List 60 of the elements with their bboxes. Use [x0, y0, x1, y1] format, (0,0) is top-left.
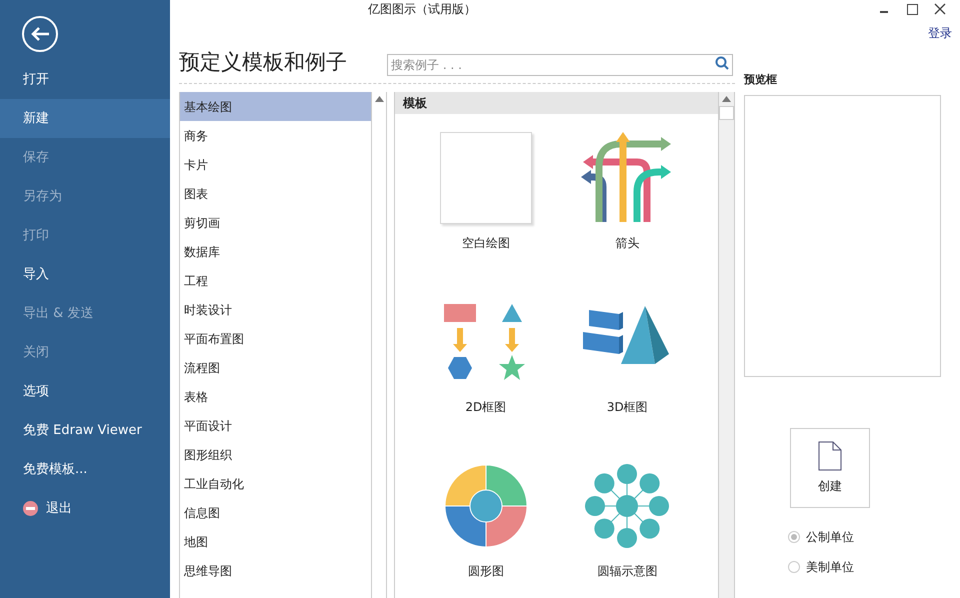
scrollbar[interactable] — [718, 92, 735, 598]
sidebar-item[interactable]: 选项 — [0, 372, 170, 411]
back-button[interactable] — [22, 16, 58, 52]
close-icon — [934, 3, 946, 15]
template-tile[interactable]: 空白绘图 — [415, 128, 556, 292]
category-item[interactable]: 时装设计 — [180, 295, 371, 324]
search-field[interactable]: 搜索例子 . . . — [387, 54, 733, 76]
template-tile[interactable]: 圆辐示意图 — [556, 456, 698, 598]
maximize-button[interactable] — [907, 4, 918, 14]
template-label: 圆形图 — [468, 563, 504, 580]
category-item[interactable]: 图形组织 — [180, 440, 371, 469]
stop-icon — [23, 501, 38, 516]
create-button[interactable]: 创建 — [790, 428, 870, 508]
category-item[interactable]: 基本绘图 — [180, 92, 371, 121]
close-button[interactable] — [934, 2, 948, 16]
window-title: 亿图图示（试用版） — [368, 1, 476, 18]
template-tile[interactable]: 2D框图 — [415, 292, 556, 456]
sidebar-item[interactable]: 免费 Edraw Viewer — [0, 411, 170, 450]
radio-label: 美制单位 — [806, 558, 854, 576]
login-link[interactable]: 登录 — [928, 24, 952, 42]
category-item[interactable]: 平面设计 — [180, 411, 371, 440]
scrollbar[interactable] — [371, 92, 387, 598]
template-label: 3D框图 — [606, 399, 648, 416]
sidebar-item[interactable]: 免费模板... — [0, 450, 170, 489]
sidebar-item[interactable]: 打开 — [0, 60, 170, 99]
scroll-thumb[interactable] — [719, 106, 734, 120]
search-icon[interactable] — [715, 56, 729, 70]
category-item[interactable]: 信息图 — [180, 498, 371, 527]
document-icon — [818, 440, 842, 470]
radio-button[interactable] — [788, 560, 800, 572]
category-item[interactable]: 地图 — [180, 527, 371, 556]
back-arrow-icon — [30, 26, 50, 42]
template-tile[interactable]: 圆形图 — [415, 456, 556, 598]
scroll-up-icon — [722, 96, 731, 102]
category-item[interactable]: 图表 — [180, 179, 371, 208]
page-heading: 预定义模板和例子 — [179, 48, 348, 76]
sidebar-item[interactable]: 退出 — [0, 489, 170, 528]
category-item[interactable]: 平面布置图 — [180, 324, 371, 353]
category-item[interactable]: 商务 — [180, 121, 371, 150]
category-item[interactable]: 流程图 — [180, 353, 371, 382]
preview-title: 预览框 — [744, 72, 778, 88]
radio-button[interactable] — [788, 530, 800, 542]
template-tile[interactable]: 箭头 — [556, 128, 698, 292]
template-label: 箭头 — [615, 235, 640, 252]
sidebar-item[interactable]: 新建 — [0, 99, 170, 138]
template-label: 2D框图 — [465, 399, 506, 416]
templates-header: 模板 — [395, 92, 718, 114]
category-item[interactable]: 工业自动化 — [180, 469, 371, 498]
category-item[interactable]: 卡片 — [180, 150, 371, 179]
category-item[interactable]: 剪切画 — [180, 208, 371, 237]
template-label: 空白绘图 — [462, 235, 510, 252]
category-item[interactable]: 思维导图 — [180, 556, 371, 585]
category-item[interactable]: 表格 — [180, 382, 371, 411]
template-label: 圆辐示意图 — [597, 563, 658, 580]
scroll-up-icon — [374, 96, 384, 102]
category-item[interactable]: 数据库 — [180, 237, 371, 266]
category-item[interactable]: 工程 — [180, 266, 371, 295]
template-tile[interactable]: 3D框图 — [556, 292, 698, 456]
sidebar-item[interactable]: 导入 — [0, 255, 170, 294]
radio-label: 公制单位 — [806, 528, 854, 546]
